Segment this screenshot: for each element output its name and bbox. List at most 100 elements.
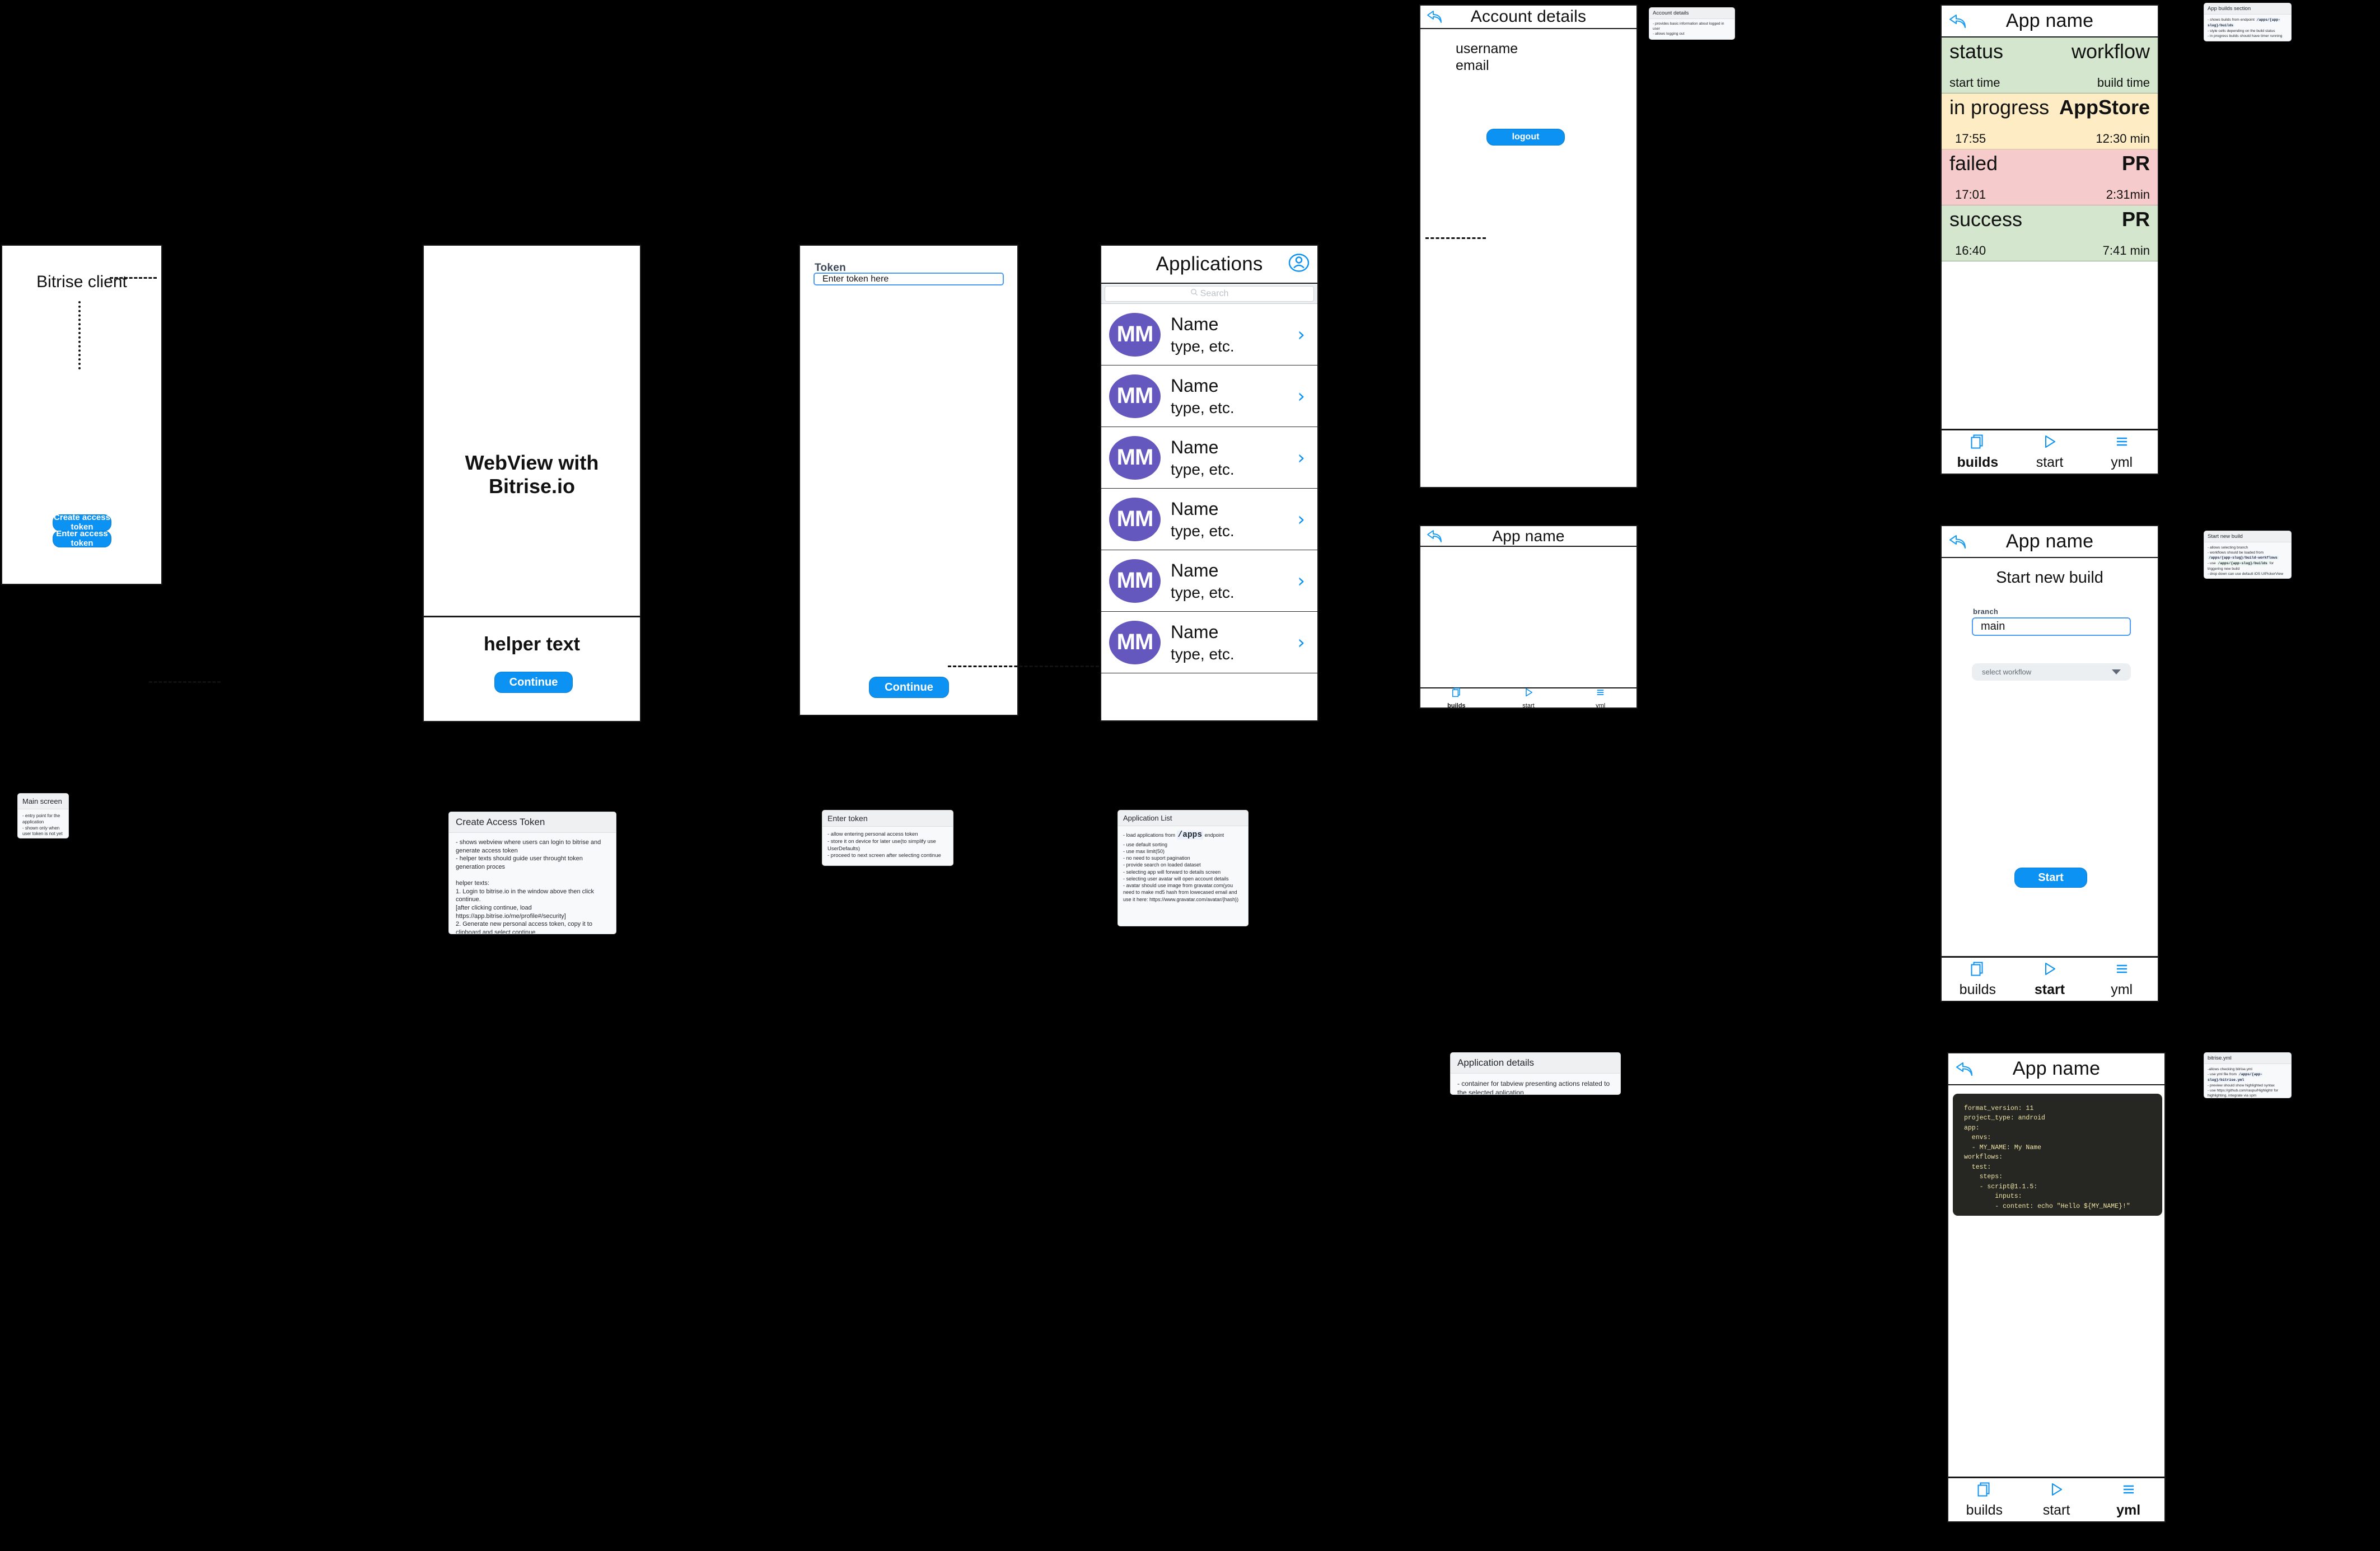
tab-yml[interactable]: yml [1564,687,1636,707]
tab-start[interactable]: start [2014,961,2086,998]
chevron-right-icon: › [1297,446,1305,469]
screen-applications: Applications Search MM Name type, etc. › MM N… [1100,245,1318,721]
build-workflow: AppStore [2059,96,2150,119]
webview-helper-text: helper text [484,634,580,655]
build-start-time: 17:55 [1955,132,1986,146]
workflow-select-value: select workflow [1982,668,2032,676]
build-row[interactable]: failed PR 17:01 2:31min [1942,149,2158,205]
screen-start-new-build: App name Start new build branch main sel… [1941,525,2159,1002]
start-new-build-heading: Start new build [1996,569,2103,587]
build-start-time: 16:40 [1955,243,1986,257]
tab-start[interactable]: start [1493,687,1565,709]
play-icon [1524,687,1533,700]
note-body: - shows webview where users can login to… [456,839,601,934]
list-item-meta: Name type, etc. [1171,622,1287,663]
yml-code-preview: format_version: 11 project_type: android… [1953,1094,2162,1216]
search-bar[interactable]: Search [1101,284,1317,304]
build-status: in progress [1949,96,2050,119]
note-text: - use [2208,561,2216,566]
branch-input[interactable]: main [1972,617,2131,636]
enter-access-token-button[interactable]: Enter access token [53,529,111,548]
documents-icon [1970,434,1985,452]
list-item[interactable]: MM Name type, etc. › [1101,304,1317,366]
tab-label: start [1522,702,1535,709]
note-text: - preview should show highlighted syntax… [2208,1083,2279,1098]
back-arrow-icon[interactable] [1426,10,1444,24]
chevron-right-icon: › [1297,385,1305,407]
note-bitrise-yml: bitrise.yml -allows checking bitrise.yml… [2204,1052,2292,1098]
note-title: bitrise.yml [2204,1053,2291,1064]
back-arrow-icon[interactable] [1426,529,1444,543]
startbuild-navbar: App name [1942,526,2158,558]
chevron-down-icon [2112,669,2121,674]
list-item[interactable]: MM Name type, etc. › [1101,489,1317,550]
col-header-start-time: start time [1949,76,2000,90]
appdetails-navbar: App name [1420,526,1636,547]
chevron-right-icon: › [1297,323,1305,346]
person-icon[interactable] [1288,252,1310,277]
tab-builds[interactable]: builds [1948,1482,2021,1519]
tab-yml[interactable]: yml [2092,1482,2164,1519]
avatar: MM [1109,497,1161,541]
list-item[interactable]: MM Name type, etc. › [1101,550,1317,612]
page-title: Account details [1470,7,1587,26]
note-body: -allows checking bitrise.yml - use yml f… [2204,1064,2291,1098]
note-main-screen: Main screen - entry point for the applic… [17,793,69,838]
webview-continue-button[interactable]: Continue [494,672,573,693]
start-build-button[interactable]: Start [2014,868,2087,888]
build-row[interactable]: in progress AppStore 17:55 12:30 min [1942,93,2158,149]
play-icon [2049,1482,2064,1500]
workflow-select[interactable]: select workflow [1972,663,2131,681]
play-icon [2042,961,2057,980]
list-item[interactable]: MM Name type, etc. › [1101,366,1317,427]
search-icon [1190,288,1198,299]
avatar: MM [1109,374,1161,418]
search-placeholder: Search [1200,288,1229,298]
tab-yml[interactable]: yml [2086,434,2158,471]
tab-label: start [2036,454,2064,470]
note-title: Start new build [2204,531,2291,542]
build-row[interactable]: success PR 16:40 7:41 min [1942,205,2158,261]
note-body: - allow entering personal access token -… [827,831,941,859]
note-body: - shows builds from endpoint /apps/{app-… [2204,15,2291,41]
build-status: failed [1949,152,1998,175]
note-body: - load applications from /apps endpoint … [1118,826,1248,907]
list-item[interactable]: MM Name type, etc. › [1101,427,1317,489]
page-title: App name [2012,1058,2101,1079]
connector-enter-token-down [78,301,81,369]
note-text: endpoint - use default sorting - use max… [1123,832,1239,902]
tab-builds[interactable]: builds [1942,961,2014,998]
applications-navbar: Applications [1101,246,1317,284]
tab-start[interactable]: start [2014,434,2086,471]
list-icon [2121,1482,2136,1500]
avatar: MM [1109,435,1161,480]
back-arrow-icon[interactable] [1948,533,1968,550]
tab-label: builds [1966,1502,2003,1518]
documents-icon [1452,687,1461,700]
list-item-type: type, etc. [1171,583,1235,601]
tab-builds[interactable]: builds [1420,687,1493,707]
avatar: MM [1109,559,1161,603]
token-input[interactable]: Enter token here [813,273,1004,285]
tab-yml[interactable]: yml [2086,961,2158,998]
tab-start[interactable]: start [2021,1482,2093,1519]
note-text: - allows selecting branch - workflows sh… [2208,546,2264,555]
account-email: email [1456,58,1489,73]
yml-code-text: format_version: 11 project_type: android… [1964,1105,2130,1210]
note-title: App builds section [2204,3,2291,15]
back-arrow-icon[interactable] [1955,1061,1975,1077]
tab-label: builds [1957,454,1999,470]
screen-main: Bitrise client Create access token Enter… [1,245,162,585]
note-create-access-token: Create Access Token - shows webview wher… [448,812,616,934]
page-title: App name [2005,531,2094,552]
back-arrow-icon[interactable] [1948,13,1968,30]
note-app-builds-section: App builds section - shows builds from e… [2204,3,2292,41]
enter-token-continue-button[interactable]: Continue [869,677,949,698]
tabbar: builds start yml [1948,1477,2164,1521]
tab-builds[interactable]: builds [1942,434,2014,471]
logout-button[interactable]: logout [1486,129,1565,146]
list-item-meta: Name type, etc. [1171,376,1287,417]
webview-body-text: WebView with Bitrise.io [465,451,599,498]
list-item[interactable]: MM Name type, etc. › [1101,612,1317,673]
build-time: 12:30 min [2096,132,2150,146]
